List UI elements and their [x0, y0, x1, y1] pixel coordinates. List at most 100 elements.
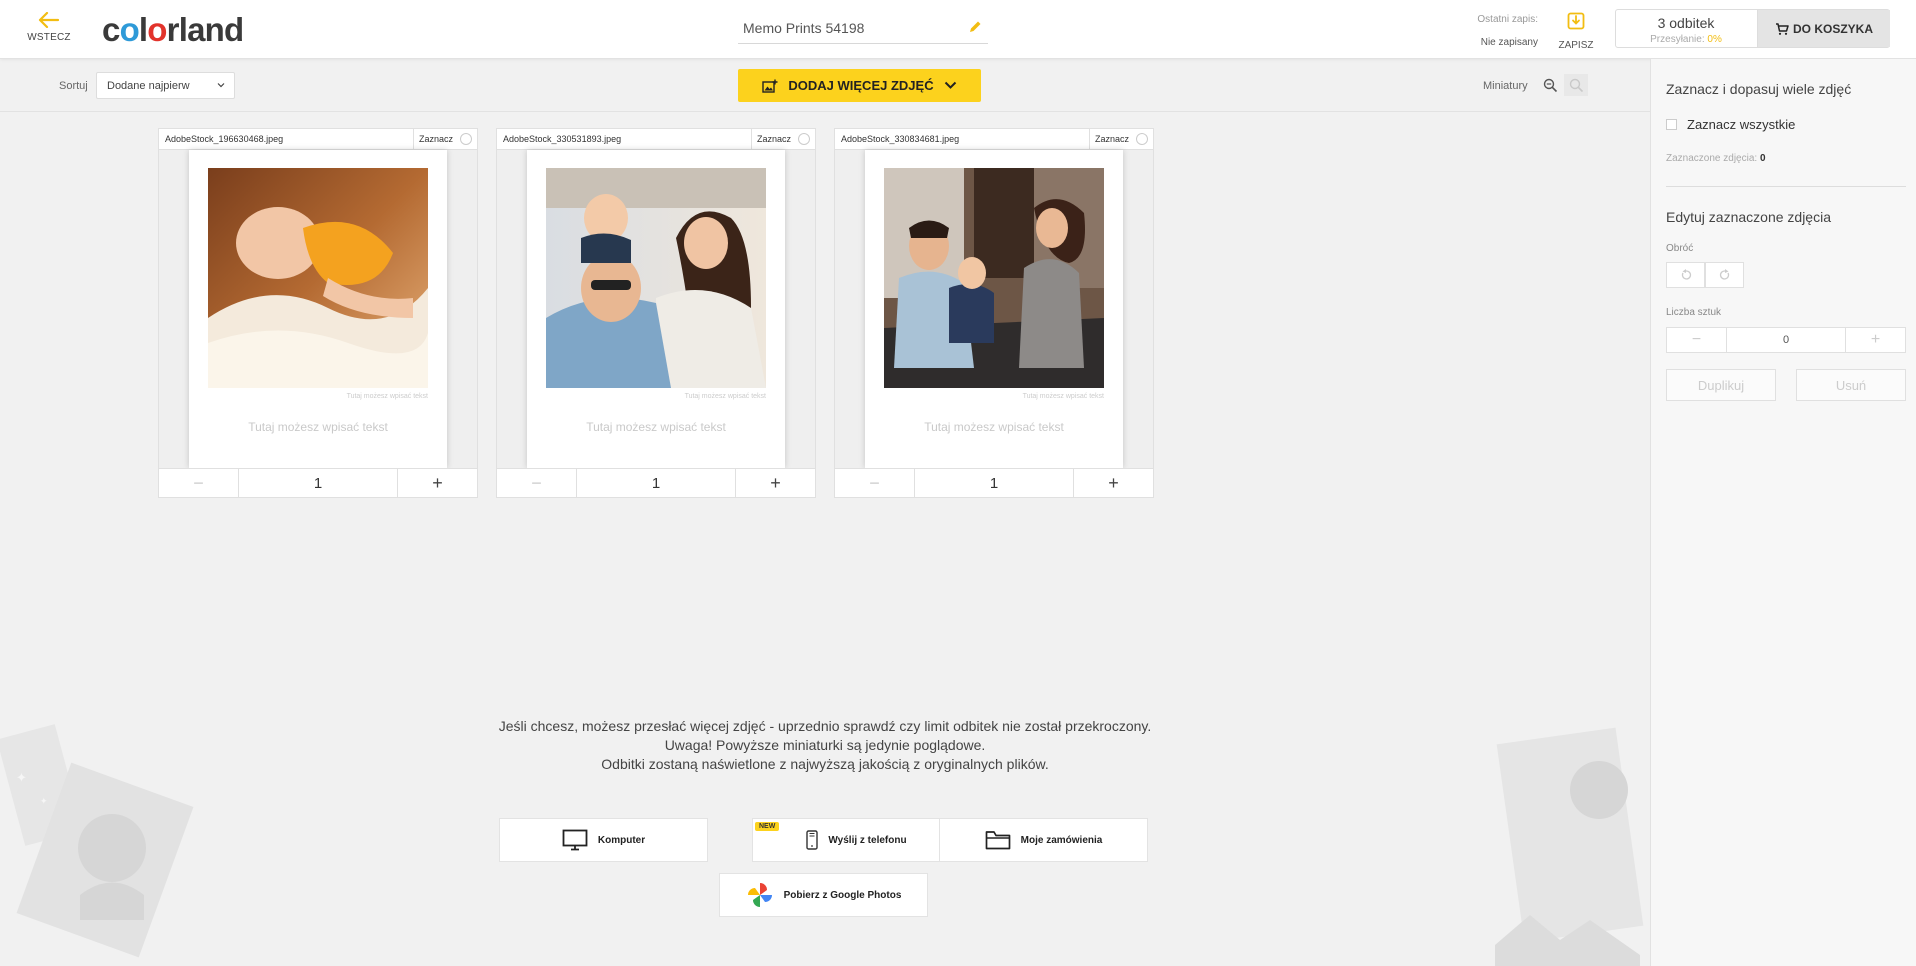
select-photo-label: Zaznacz [419, 134, 454, 144]
photo-caption-input[interactable]: Tutaj możesz wpisać tekst [189, 420, 447, 434]
print-preview[interactable]: Tutaj możesz wpisać tekst Tutaj możesz w… [527, 150, 785, 468]
google-photos-label: Pobierz z Google Photos [783, 889, 902, 901]
info-line-warning: Uwaga! Powyższe miniaturki są jedynie po… [664, 737, 986, 753]
quantity-label: Liczba sztuk [1666, 307, 1722, 318]
photo-card-header: AdobeStock_330531893.jpeg Zaznacz [496, 128, 816, 150]
prints-count: 3 odbitek [1657, 15, 1715, 31]
photo-caption-input[interactable]: Tutaj możesz wpisać tekst [865, 420, 1123, 434]
increase-quantity-button[interactable]: + [397, 469, 477, 497]
new-badge: NEW [755, 822, 780, 831]
family-photo-image [546, 168, 766, 388]
upload-from-computer-button[interactable]: Komputer [499, 818, 708, 862]
selected-photos-label: Zaznaczone zdjęcia: [1666, 153, 1758, 164]
select-radio[interactable] [798, 133, 810, 145]
photo-preview-area: Tutaj możesz wpisać tekst Tutaj możesz w… [834, 150, 1154, 468]
upload-info-text: Jeśli chcesz, możesz przesłać więcej zdj… [400, 717, 1250, 774]
bulk-decrease-button[interactable]: − [1667, 328, 1727, 352]
toolbar: Sortuj Dodane najpierw DODAJ WIĘCEJ ZDJĘ… [0, 59, 1650, 112]
zoom-in-button[interactable] [1564, 74, 1588, 96]
last-save-label: Ostatni zapis: [1477, 14, 1538, 25]
photo-card: AdobeStock_330834681.jpeg Zaznacz Tutaj … [834, 128, 1154, 498]
select-photo-label: Zaznacz [757, 134, 792, 144]
photo-thumbnail[interactable] [208, 168, 428, 388]
print-preview[interactable]: Tutaj możesz wpisać tekst Tutaj możesz w… [189, 150, 447, 468]
photo-filename: AdobeStock_330531893.jpeg [503, 134, 622, 144]
quantity-value[interactable]: 1 [239, 469, 397, 497]
zoom-out-button[interactable] [1538, 74, 1562, 96]
photo-caption-input[interactable]: Tutaj możesz wpisać tekst [527, 420, 785, 434]
save-button[interactable]: ZAPISZ [1553, 12, 1599, 51]
photo-thumbnail[interactable] [546, 168, 766, 388]
send-from-phone-button[interactable]: NEW Wyślij z telefonu [752, 818, 961, 862]
google-photos-icon [747, 883, 772, 907]
print-preview[interactable]: Tutaj możesz wpisać tekst Tutaj możesz w… [865, 150, 1123, 468]
select-photo-toggle[interactable]: Zaznacz [1089, 129, 1153, 149]
select-photo-toggle[interactable]: Zaznacz [751, 129, 815, 149]
google-photos-button[interactable]: Pobierz z Google Photos [719, 873, 928, 917]
my-orders-label: Moje zamówienia [1020, 834, 1103, 846]
sort-select[interactable]: Dodane najpierw [96, 72, 235, 99]
photo-thumbnail[interactable] [884, 168, 1104, 388]
chevron-down-icon [217, 83, 225, 88]
sort-value: Dodane najpierw [107, 80, 190, 92]
delete-button[interactable]: Usuń [1796, 369, 1906, 401]
download-save-icon [1567, 12, 1585, 30]
quantity-value[interactable]: 1 [915, 469, 1073, 497]
select-radio[interactable] [1136, 133, 1148, 145]
divider [1666, 186, 1906, 187]
add-more-photos-label: DODAJ WIĘCEJ ZDJĘĆ [788, 78, 934, 93]
svg-text:✦: ✦ [16, 771, 27, 786]
cart-summary: 3 odbitek Przesyłanie: 0% DO KOSZYKA [1615, 9, 1890, 48]
bulk-quantity-stepper: − 0 + [1666, 327, 1906, 353]
pencil-icon[interactable] [968, 20, 982, 34]
thumbnails-label: Miniatury [1483, 80, 1528, 92]
last-save-value: Nie zapisany [1480, 37, 1538, 48]
quantity-stepper: − 1 + [834, 468, 1154, 498]
project-name-text[interactable]: Memo Prints 54198 [743, 20, 864, 36]
family-couch-photo-image [884, 168, 1104, 388]
monitor-icon [562, 829, 588, 851]
select-all-checkbox[interactable]: Zaznacz wszystkie [1666, 117, 1795, 132]
add-image-icon [762, 79, 778, 93]
photo-card-header: AdobeStock_196630468.jpeg Zaznacz [158, 128, 478, 150]
checkbox[interactable] [1666, 119, 1677, 130]
back-button[interactable]: WSTECZ [26, 12, 72, 43]
rotate-label: Obróć [1666, 243, 1694, 254]
photo-caption-small: Tutaj możesz wpisać tekst [346, 393, 428, 400]
increase-quantity-button[interactable]: + [735, 469, 815, 497]
bulk-increase-button[interactable]: + [1845, 328, 1905, 352]
sort-label: Sortuj [59, 80, 88, 92]
select-radio[interactable] [460, 133, 472, 145]
rotate-right-button[interactable] [1705, 262, 1744, 288]
bulk-quantity-value[interactable]: 0 [1727, 328, 1845, 352]
photo-card: AdobeStock_330531893.jpeg Zaznacz Tutaj … [496, 128, 816, 498]
add-to-cart-button[interactable]: DO KOSZYKA [1757, 10, 1890, 47]
rotate-left-icon [1681, 269, 1691, 280]
colorland-logo[interactable]: colorland [102, 11, 244, 49]
quantity-value[interactable]: 1 [577, 469, 735, 497]
rotate-left-button[interactable] [1666, 262, 1705, 288]
photo-preview-area: Tutaj możesz wpisać tekst Tutaj możesz w… [158, 150, 478, 468]
svg-text:✦: ✦ [40, 797, 48, 807]
upload-from-computer-label: Komputer [597, 834, 646, 846]
project-name-field[interactable]: Memo Prints 54198 [738, 16, 988, 44]
increase-quantity-button[interactable]: + [1073, 469, 1153, 497]
quantity-stepper: − 1 + [496, 468, 816, 498]
info-line-quality: Odbitki zostaną naświetlone z najwyższą … [601, 756, 1049, 772]
my-orders-button[interactable]: Moje zamówienia [939, 818, 1148, 862]
upload-percent: 0% [1707, 34, 1722, 45]
decrease-quantity-button[interactable]: − [497, 469, 577, 497]
zoom-out-icon [1543, 78, 1557, 92]
duplicate-button[interactable]: Duplikuj [1666, 369, 1776, 401]
last-save-info: Ostatni zapis: Nie zapisany [1452, 14, 1538, 48]
quantity-stepper: − 1 + [158, 468, 478, 498]
selected-photos-count: Zaznaczone zdjęcia: 0 [1666, 153, 1766, 164]
folder-icon [985, 831, 1011, 850]
decrease-quantity-button[interactable]: − [835, 469, 915, 497]
info-line-limit: Jeśli chcesz, możesz przesłać więcej zdj… [498, 718, 1152, 734]
select-photo-toggle[interactable]: Zaznacz [413, 129, 477, 149]
chevron-down-icon [944, 81, 956, 89]
panel-title: Zaznacz i dopasuj wiele zdjęć [1666, 81, 1852, 97]
decrease-quantity-button[interactable]: − [159, 469, 239, 497]
add-more-photos-button[interactable]: DODAJ WIĘCEJ ZDJĘĆ [738, 69, 981, 102]
